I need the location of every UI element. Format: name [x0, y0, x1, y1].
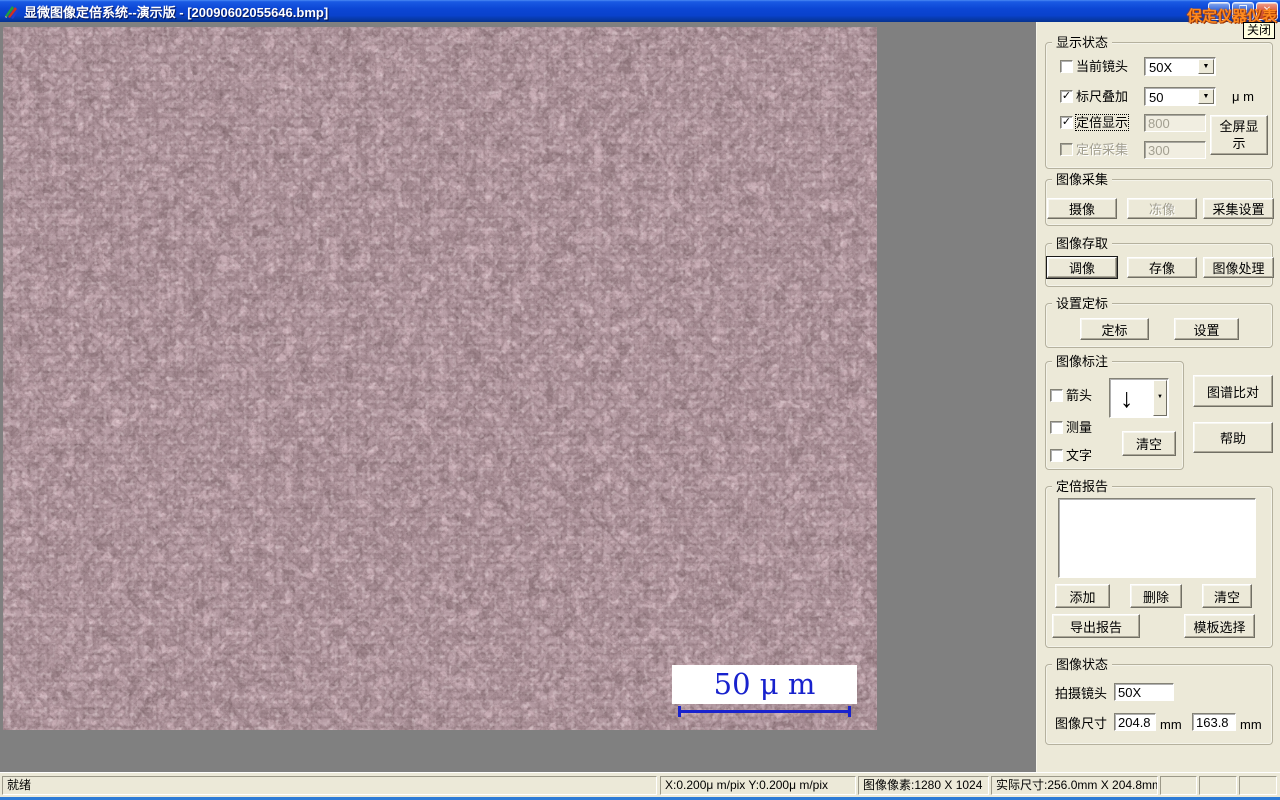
status-bar: 就绪 X:0.200μ m/pix Y:0.200μ m/pix 图像像素:12…: [0, 772, 1280, 797]
fixed-capture-input: 300: [1144, 141, 1206, 159]
status-actual-size: 实际尺寸:256.0mm X 204.8mm: [991, 776, 1158, 795]
title-bar: 显微图像定倍系统--演示版 - [20090602055646.bmp] _ ❐…: [0, 0, 1280, 22]
status-empty-pane: [1239, 776, 1277, 795]
group-calibration-legend: 设置定标: [1052, 296, 1113, 311]
control-panel: 显示状态 当前镜头 50X ▼ ✓ 标尺叠加 50 ▼ μ m ✓ 定倍显示 8…: [1036, 22, 1280, 772]
fixed-display-label: 定倍显示: [1074, 114, 1130, 131]
help-button[interactable]: 帮助: [1193, 422, 1273, 453]
chevron-down-icon[interactable]: ▼: [1198, 89, 1214, 104]
group-annotation-legend: 图像标注: [1052, 354, 1113, 369]
window-title: 显微图像定倍系统--演示版 - [20090602055646.bmp]: [24, 4, 329, 20]
group-display-status-legend: 显示状态: [1052, 35, 1113, 50]
measure-annotation-label: 测量: [1066, 420, 1093, 435]
image-viewer[interactable]: 50 μ m: [3, 27, 877, 730]
report-delete-button[interactable]: 删除: [1130, 584, 1182, 608]
scalebar-tick: [678, 706, 681, 717]
scalebar-label-box: 50 μ m: [672, 665, 857, 704]
capture-lens-label: 拍摄镜头: [1055, 686, 1108, 701]
group-report-legend: 定倍报告: [1052, 479, 1113, 494]
app-window: 显微图像定倍系统--演示版 - [20090602055646.bmp] _ ❐…: [0, 0, 1280, 800]
template-select-button[interactable]: 模板选择: [1184, 614, 1255, 638]
text-annotation-label: 文字: [1066, 448, 1093, 463]
clear-annotation-button[interactable]: 清空: [1122, 431, 1176, 456]
scalebar-tick: [848, 706, 851, 717]
scale-overlay-unit: μ m: [1232, 89, 1254, 104]
group-calibration: 设置定标 定标 设置: [1045, 296, 1273, 348]
chevron-down-icon[interactable]: ▼: [1153, 380, 1167, 416]
freeze-button: 冻像: [1127, 198, 1197, 219]
status-ready: 就绪: [2, 776, 657, 795]
status-pixel-scale: X:0.200μ m/pix Y:0.200μ m/pix: [660, 776, 856, 795]
status-image-pixels: 图像像素:1280 X 1024: [858, 776, 989, 795]
scale-overlay-checkbox[interactable]: ✓: [1060, 90, 1073, 103]
load-image-button[interactable]: 调像: [1047, 257, 1117, 278]
restore-button[interactable]: ❐: [1232, 2, 1254, 20]
image-height-unit: mm: [1240, 717, 1262, 732]
arrow-style-combo[interactable]: ↓ ▼: [1109, 378, 1169, 418]
fixed-display-checkbox[interactable]: ✓: [1060, 116, 1073, 129]
capture-lens-value: 50X: [1114, 683, 1174, 701]
group-image-storage: 图像存取 调像 存像 图像处理: [1045, 236, 1274, 287]
group-image-capture: 图像采集 摄像 冻像 采集设置: [1045, 172, 1274, 226]
down-arrow-icon: ↓: [1120, 383, 1134, 413]
atlas-compare-button[interactable]: 图谱比对: [1193, 375, 1273, 407]
scale-overlay-value: 50: [1149, 90, 1164, 105]
image-width-unit: mm: [1160, 717, 1182, 732]
minimize-button[interactable]: _: [1208, 2, 1230, 20]
group-image-status: 图像状态 拍摄镜头 50X 图像尺寸 204.8 mm 163.8 mm: [1045, 657, 1273, 745]
save-image-button[interactable]: 存像: [1127, 257, 1197, 278]
calibrate-button[interactable]: 定标: [1080, 318, 1149, 340]
image-height-value: 163.8: [1192, 713, 1236, 731]
micrograph-image: [3, 27, 877, 730]
fixed-display-input: 800: [1144, 114, 1206, 132]
measure-annotation-checkbox[interactable]: [1050, 421, 1063, 434]
group-display-status: 显示状态 当前镜头 50X ▼ ✓ 标尺叠加 50 ▼ μ m ✓ 定倍显示 8…: [1045, 35, 1273, 169]
scalebar-text: 50 μ m: [713, 667, 816, 701]
scalebar-line: [678, 710, 851, 713]
text-annotation-checkbox[interactable]: [1050, 449, 1063, 462]
current-lens-label: 当前镜头: [1076, 59, 1129, 74]
process-image-button[interactable]: 图像处理: [1203, 257, 1274, 278]
current-lens-combo[interactable]: 50X ▼: [1144, 57, 1216, 76]
current-lens-checkbox[interactable]: [1060, 60, 1073, 73]
fixed-capture-checkbox: [1060, 143, 1073, 156]
capture-button[interactable]: 摄像: [1047, 198, 1117, 219]
capture-settings-button[interactable]: 采集设置: [1203, 198, 1274, 219]
report-listbox[interactable]: [1058, 498, 1256, 578]
fixed-capture-label: 定倍采集: [1076, 142, 1129, 157]
current-lens-value: 50X: [1149, 60, 1173, 75]
group-annotation: 图像标注 箭头 ↓ ▼ 测量 清空 文字: [1045, 354, 1184, 470]
chevron-down-icon[interactable]: ▼: [1198, 59, 1214, 74]
group-image-storage-legend: 图像存取: [1052, 236, 1113, 251]
scale-overlay-combo[interactable]: 50 ▼: [1144, 87, 1216, 106]
arrow-annotation-checkbox[interactable]: [1050, 389, 1063, 402]
group-image-status-legend: 图像状态: [1052, 657, 1113, 672]
export-report-button[interactable]: 导出报告: [1052, 614, 1140, 638]
scale-overlay-label: 标尺叠加: [1076, 89, 1129, 104]
report-clear-button[interactable]: 清空: [1202, 584, 1252, 608]
group-image-capture-legend: 图像采集: [1052, 172, 1113, 187]
fullscreen-button[interactable]: 全屏显示: [1210, 115, 1268, 155]
status-empty-pane: [1160, 776, 1197, 795]
image-width-value: 204.8: [1114, 713, 1156, 731]
calibration-settings-button[interactable]: 设置: [1174, 318, 1239, 340]
app-icon: [5, 6, 19, 19]
report-add-button[interactable]: 添加: [1055, 584, 1110, 608]
close-tooltip: 关闭: [1243, 22, 1276, 39]
image-size-label: 图像尺寸: [1055, 716, 1108, 731]
status-empty-pane: [1199, 776, 1237, 795]
arrow-annotation-label: 箭头: [1066, 388, 1093, 403]
close-button[interactable]: ✕: [1256, 2, 1278, 20]
group-report: 定倍报告 添加 删除 清空 导出报告 模板选择: [1045, 479, 1273, 648]
